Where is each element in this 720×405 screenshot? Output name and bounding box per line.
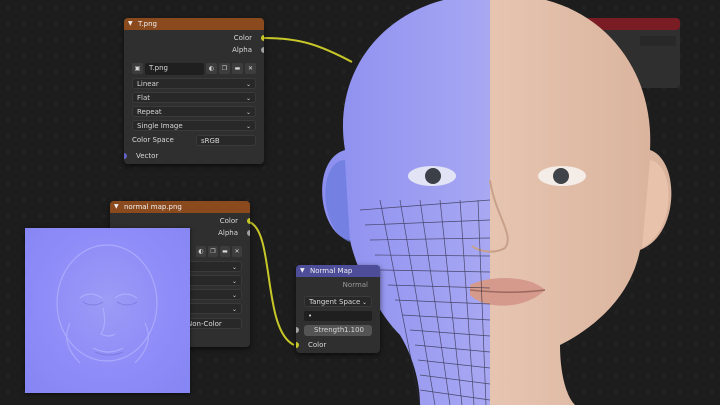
color-socket[interactable]: [261, 35, 264, 41]
output-color-label: Color: [233, 34, 252, 42]
interpolation-value: Linear: [137, 80, 159, 88]
normal-map-face-relief: [56, 244, 158, 364]
chevron-down-icon: ⌄: [231, 292, 237, 299]
chevron-down-icon: ⌄: [231, 278, 237, 285]
alpha-socket[interactable]: [247, 230, 250, 236]
projection-dropdown[interactable]: Flat ⌄: [132, 92, 256, 103]
duplicate-icon[interactable]: ❐: [219, 63, 230, 74]
chevron-down-icon: ⌄: [245, 123, 251, 130]
output-color-label: Color: [219, 217, 238, 225]
image-name[interactable]: T.png: [145, 63, 204, 75]
space-dropdown[interactable]: Tangent Space ⌄: [304, 296, 372, 307]
input-vector-label: Vector: [136, 152, 159, 160]
collapse-chevron-icon[interactable]: ▼: [114, 201, 119, 213]
space-value: Tangent Space: [309, 298, 361, 306]
chevron-down-icon: ⌄: [231, 264, 237, 271]
extension-dropdown[interactable]: Repeat ⌄: [132, 106, 256, 117]
source-value: Single Image: [137, 122, 183, 130]
node-title: Normal Map: [310, 267, 353, 275]
collapse-chevron-icon[interactable]: ▼: [128, 18, 133, 30]
node-header[interactable]: ▼ T.png: [124, 18, 264, 30]
output-alpha-label: Alpha: [218, 229, 238, 237]
output-color-row: Color: [110, 215, 250, 227]
node-header[interactable]: ▼ Normal Map: [296, 265, 380, 277]
source-dropdown[interactable]: Single Image ⌄: [132, 120, 256, 131]
color-socket[interactable]: [296, 342, 299, 348]
alpha-socket[interactable]: [261, 47, 264, 53]
output-normal-row: Normal: [296, 279, 380, 291]
input-color-label: Color: [308, 341, 327, 349]
strength-slider[interactable]: Strength 1.100: [296, 325, 372, 336]
uv-map-field[interactable]: •: [304, 311, 372, 321]
image-selector-buttons[interactable]: ◐ ❐ ▬ ✕: [196, 246, 242, 258]
close-icon[interactable]: ✕: [232, 246, 242, 257]
color-space-label: Color Space: [132, 136, 174, 144]
projection-value: Flat: [137, 94, 151, 102]
chevron-down-icon: ⌄: [245, 95, 251, 102]
output-alpha-label: Alpha: [232, 46, 252, 54]
shield-icon[interactable]: ◐: [196, 246, 206, 257]
input-vector-row: Vector: [124, 150, 264, 162]
node-title: T.png: [138, 20, 157, 28]
chevron-down-icon: ⌄: [245, 81, 251, 88]
uv-map-value: •: [308, 312, 313, 320]
output-color-row: Color: [124, 32, 264, 44]
chevron-down-icon: ⌄: [361, 299, 367, 306]
chevron-down-icon: ⌄: [245, 109, 251, 116]
normal-map-node[interactable]: ▼ Normal Map Normal Tangent Space ⌄ • Str…: [296, 265, 380, 353]
color-space-dropdown[interactable]: sRGB: [196, 135, 256, 146]
color-space-value: Non-Color: [187, 320, 222, 328]
output-normal-label: Normal: [342, 281, 368, 289]
image-selector[interactable]: ▣ T.png ◐ ❐ ▬ ✕: [132, 63, 256, 75]
color-space-value: sRGB: [201, 137, 220, 145]
color-socket[interactable]: [247, 218, 250, 224]
node-title: normal map.png: [124, 203, 182, 211]
wire-normal-color: [248, 221, 295, 346]
image-icon[interactable]: ▣: [132, 63, 143, 74]
folder-icon[interactable]: ▬: [220, 246, 230, 257]
duplicate-icon[interactable]: ❐: [208, 246, 218, 257]
vector-socket[interactable]: [124, 153, 127, 159]
chevron-down-icon: ⌄: [231, 306, 237, 313]
extension-value: Repeat: [137, 108, 162, 116]
close-icon[interactable]: ✕: [245, 63, 256, 74]
shield-icon[interactable]: ◐: [206, 63, 217, 74]
color-space-row: Color Space sRGB: [132, 135, 256, 146]
node-header[interactable]: ▼ normal map.png: [110, 201, 250, 213]
strength-value: 1.100: [343, 326, 364, 334]
strength-label: Strength: [314, 326, 345, 334]
normal-map-preview-image: [25, 228, 190, 393]
color-space-dropdown[interactable]: Non-Color: [182, 318, 242, 329]
output-alpha-row: Alpha: [124, 44, 264, 56]
input-color-row: Color: [296, 339, 380, 351]
image-texture-node-t[interactable]: ▼ T.png Color Alpha ▣ T.png ◐ ❐ ▬ ✕ Line…: [124, 18, 264, 164]
interpolation-dropdown[interactable]: Linear ⌄: [132, 78, 256, 89]
collapse-chevron-icon[interactable]: ▼: [300, 265, 305, 277]
folder-icon[interactable]: ▬: [232, 63, 243, 74]
strength-socket[interactable]: [296, 327, 299, 333]
